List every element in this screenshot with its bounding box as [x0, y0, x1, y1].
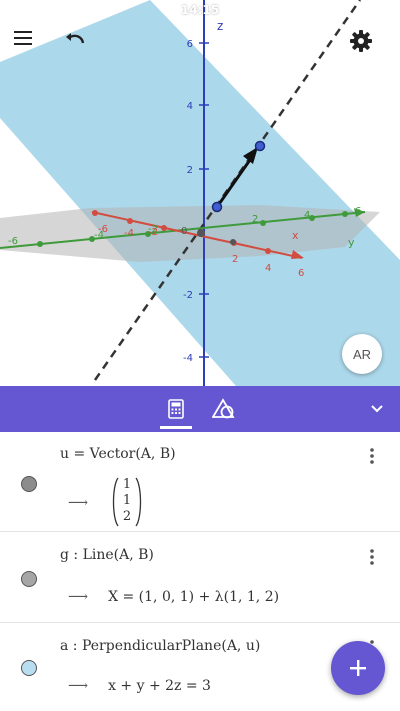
z-tick-4: 4: [187, 101, 193, 112]
perpendicular-plane-a[interactable]: [0, 0, 400, 386]
vector-component-z: 2: [122, 509, 132, 524]
tab-tools[interactable]: [204, 392, 244, 426]
hamburger-menu-icon: [14, 31, 32, 45]
visibility-toggle-g[interactable]: [21, 571, 37, 587]
origin-label: 0: [181, 226, 187, 237]
graphics-canvas[interactable]: z 6 4 2 -2 -4 -6 -4 -2 2 4 6 y -6 -4 -2 …: [0, 0, 400, 386]
status-bar: 14:15: [0, 0, 400, 20]
value-row: ⟶ x + y + 2z = 3: [68, 678, 211, 694]
battery-icon: [368, 5, 390, 15]
plus-icon: [350, 660, 366, 676]
vector-value: 1 1 2: [112, 476, 142, 528]
x-tick-neg4: -4: [124, 228, 134, 239]
definition-text[interactable]: u = Vector(A, B): [60, 446, 176, 462]
value-arrow: ⟶: [68, 678, 89, 694]
vector-component-x: 1: [122, 477, 132, 492]
more-options-button[interactable]: [360, 545, 384, 569]
point-a[interactable]: [211, 201, 223, 213]
y-tick-2: 2: [252, 214, 258, 225]
active-tab-indicator: [160, 426, 192, 429]
y-axis-label: y: [348, 236, 355, 249]
gear-icon: [350, 30, 372, 52]
value-arrow: ⟶: [68, 589, 89, 605]
z-tick-2: 2: [187, 165, 193, 176]
algebra-item-vector-u[interactable]: u = Vector(A, B) ⟶ 1 1 2: [0, 432, 400, 532]
definition-text[interactable]: g : Line(A, B): [60, 547, 154, 563]
undo-icon: [66, 33, 85, 44]
point-on-plane[interactable]: [230, 239, 236, 245]
z-tick-neg2: -2: [183, 290, 193, 301]
chevron-down-icon: [371, 405, 383, 413]
value-row: ⟶ X = (1, 0, 1) + λ(1, 1, 2): [68, 589, 279, 605]
view-toolbar: [0, 386, 400, 432]
x-axis-label: x: [292, 229, 299, 242]
algebra-item-line-g[interactable]: g : Line(A, B) ⟶ X = (1, 0, 1) + λ(1, 1, …: [0, 533, 400, 623]
settings-button[interactable]: [350, 30, 390, 70]
visibility-toggle-a[interactable]: [21, 660, 37, 676]
status-time: 14:15: [180, 3, 220, 17]
point-b[interactable]: [254, 140, 266, 152]
value-text: x + y + 2z = 3: [108, 678, 211, 694]
z-axis-label: z: [217, 19, 223, 33]
x-tick-neg2: -2: [148, 227, 158, 238]
more-options-button[interactable]: [360, 444, 384, 468]
x-tick-2: 2: [232, 254, 238, 265]
graphics-3d-view[interactable]: z 6 4 2 -2 -4 -6 -4 -2 2 4 6 y -6 -4 -2 …: [0, 0, 400, 386]
menu-button[interactable]: [12, 30, 52, 70]
tab-algebra[interactable]: [156, 392, 196, 426]
value-text: X = (1, 0, 1) + λ(1, 1, 2): [108, 589, 280, 605]
z-tick-neg4: -4: [183, 353, 193, 364]
x-tick-neg6: -6: [98, 224, 108, 235]
undo-button[interactable]: [64, 30, 104, 70]
x-tick-4: 4: [265, 263, 271, 274]
z-tick-6: 6: [187, 39, 193, 50]
calculator-icon: [168, 399, 184, 419]
y-tick-neg6: -6: [8, 236, 18, 247]
add-button[interactable]: [331, 641, 385, 695]
ar-button[interactable]: AR: [342, 334, 382, 374]
definition-text[interactable]: a : PerpendicularPlane(A, u): [60, 638, 260, 654]
more-vertical-icon: [370, 549, 374, 565]
y-tick-6: 6: [355, 206, 361, 217]
vector-component-y: 1: [122, 493, 132, 508]
x-tick-6: 6: [298, 268, 304, 279]
more-vertical-icon: [370, 448, 374, 464]
value-arrow: ⟶: [68, 495, 89, 511]
shapes-icon: [212, 398, 235, 419]
origin-point[interactable]: [197, 229, 205, 237]
collapse-button[interactable]: [360, 392, 394, 426]
visibility-toggle-u[interactable]: [21, 476, 37, 492]
